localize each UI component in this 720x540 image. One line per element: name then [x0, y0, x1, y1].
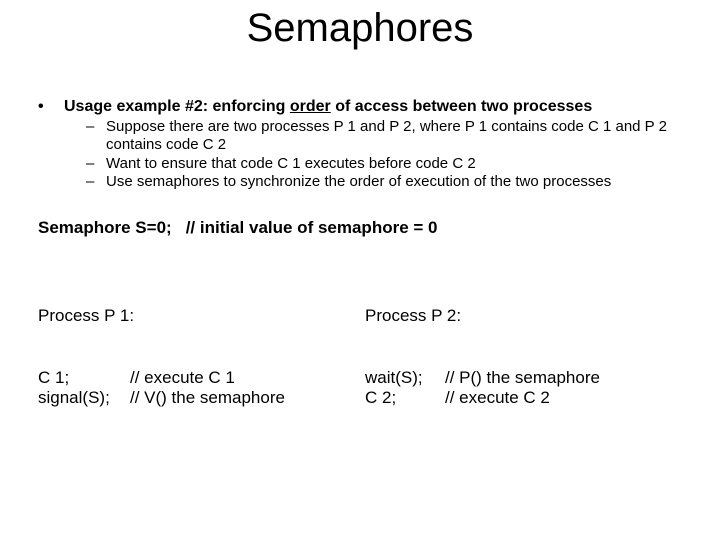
semaphore-decl-comment: // initial value of semaphore = 0 — [186, 218, 438, 237]
code-row: signal(S); // V() the semaphore — [38, 388, 365, 408]
bullet-level2: – Want to ensure that code C 1 executes … — [86, 155, 682, 173]
process-p1-header: Process P 1: — [38, 306, 365, 326]
slide-title: Semaphores — [0, 6, 720, 51]
process-p2: Process P 2: wait(S); // P() the semapho… — [365, 306, 692, 408]
semaphore-decl-code: Semaphore S=0; — [38, 218, 172, 237]
code-row: C 2; // execute C 2 — [365, 388, 692, 408]
bullet-level2: – Suppose there are two processes P 1 an… — [86, 118, 682, 155]
bullet-dot-icon: • — [38, 98, 64, 116]
semaphore-declaration: Semaphore S=0; // initial value of semaph… — [38, 218, 437, 238]
dash-icon: – — [86, 118, 106, 136]
sub-bullet-2: Want to ensure that code C 1 executes be… — [106, 155, 682, 173]
p1-line1-comment: // execute C 1 — [130, 368, 235, 388]
sub-bullet-3: Use semaphores to synchronize the order … — [106, 173, 682, 191]
code-row: C 1; // execute C 1 — [38, 368, 365, 388]
dash-icon: – — [86, 173, 106, 191]
p2-line1-code: wait(S); — [365, 368, 445, 388]
usage-heading-pre: Usage example #2: enforcing — [64, 98, 290, 115]
sub-bullet-1: Suppose there are two processes P 1 and … — [106, 118, 682, 155]
process-columns: Process P 1: C 1; // execute C 1 signal(… — [38, 306, 692, 408]
p1-line2-code: signal(S); — [38, 388, 130, 408]
slide-body: • Usage example #2: enforcing order of a… — [38, 98, 682, 191]
usage-heading-order: order — [290, 98, 331, 115]
p1-line2-comment: // V() the semaphore — [130, 388, 285, 408]
bullet-level1: • Usage example #2: enforcing order of a… — [38, 98, 682, 116]
p2-line2-code: C 2; — [365, 388, 445, 408]
p2-line2-comment: // execute C 2 — [445, 388, 550, 408]
bullet-level2: – Use semaphores to synchronize the orde… — [86, 173, 682, 191]
dash-icon: – — [86, 155, 106, 173]
usage-heading-post: of access between two processes — [331, 98, 592, 115]
process-p2-header: Process P 2: — [365, 306, 692, 326]
process-p1: Process P 1: C 1; // execute C 1 signal(… — [38, 306, 365, 408]
p2-line1-comment: // P() the semaphore — [445, 368, 600, 388]
p1-line1-code: C 1; — [38, 368, 130, 388]
usage-heading: Usage example #2: enforcing order of acc… — [64, 98, 682, 116]
code-row: wait(S); // P() the semaphore — [365, 368, 692, 388]
slide: Semaphores • Usage example #2: enforcing… — [0, 0, 720, 540]
